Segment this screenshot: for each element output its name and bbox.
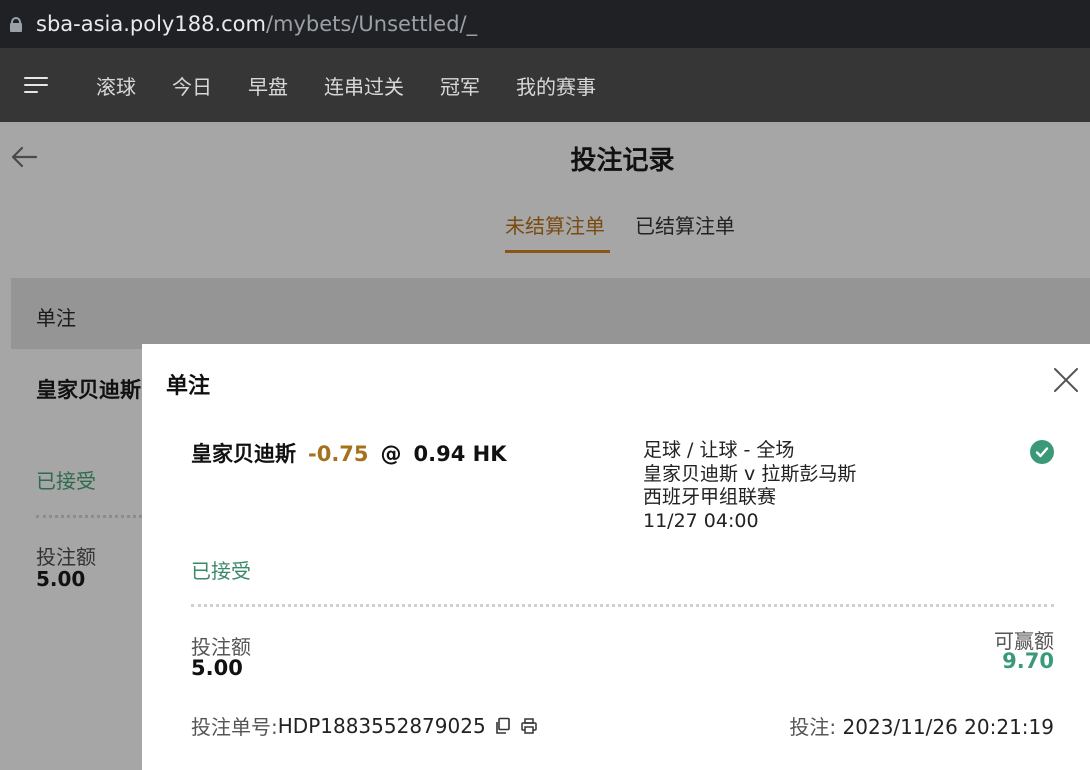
url-path: /mybets/Unsettled/_: [265, 12, 478, 36]
lock-icon: [10, 17, 22, 32]
nav-item-live[interactable]: 滚球: [96, 71, 136, 100]
handicap-value: -0.75: [308, 442, 369, 466]
modal-title: 单注: [166, 374, 211, 399]
stake-value: 5.00: [191, 656, 243, 680]
menu-icon[interactable]: [24, 77, 48, 93]
active-tab-indicator: [505, 250, 610, 253]
tab-settled[interactable]: 已结算注单: [635, 210, 735, 239]
placed-timestamp: 2023/11/26 20:21:19: [842, 715, 1054, 739]
selection-line: 皇家贝迪斯 -0.75 @0.94 HK: [191, 438, 507, 468]
bet-detail-modal: 单注 皇家贝迪斯 -0.75 @0.94 HK 足球 / 让球 - 全场 皇家贝迪斯…: [142, 344, 1090, 770]
nav-item-parlay[interactable]: 连串过关: [324, 71, 404, 100]
section-label: 单注: [36, 306, 76, 330]
bet-card-stake: 5.00: [36, 567, 86, 591]
to-win-value: 9.70: [1002, 649, 1054, 673]
nav-item-today[interactable]: 今日: [172, 71, 212, 100]
match-info: 足球 / 让球 - 全场 皇家贝迪斯 v 拉斯彭马斯 西班牙甲组联赛 11/27…: [643, 439, 856, 533]
market-type: 足球 / 让球 - 全场: [643, 439, 795, 461]
bet-section-header: 单注: [11, 278, 1090, 349]
divider: [36, 515, 142, 518]
bet-card-team[interactable]: 皇家贝迪斯: [36, 374, 141, 404]
print-icon[interactable]: [520, 717, 538, 735]
league-name: 西班牙甲组联赛: [643, 486, 777, 508]
browser-url-bar[interactable]: sba-asia.poly188.com/mybets/Unsettled/_: [0, 0, 1090, 48]
accepted-check-icon: [1030, 440, 1054, 464]
placed-time: 投注: 2023/11/26 20:21:19: [789, 711, 1054, 740]
top-nav: 滚球 今日 早盘 连串过关 冠军 我的赛事: [0, 48, 1090, 122]
odds-value: 0.94 HK: [413, 442, 507, 466]
nav-item-outright[interactable]: 冠军: [440, 71, 480, 100]
placed-label: 投注:: [789, 715, 843, 739]
bet-card-stake-label: 投注额: [36, 545, 96, 569]
close-icon[interactable]: [1052, 366, 1080, 394]
nav-item-early[interactable]: 早盘: [248, 71, 288, 100]
page-title: 投注记录: [570, 146, 675, 176]
url-host: sba-asia.poly188.com: [36, 12, 266, 36]
bet-reference: 投注单号: HDP1883552879025: [191, 711, 538, 740]
at-symbol: @: [380, 442, 402, 466]
copy-icon[interactable]: [494, 717, 512, 735]
nav-item-my-events[interactable]: 我的赛事: [516, 71, 596, 100]
match-name: 皇家贝迪斯 v 拉斯彭马斯: [643, 462, 857, 485]
ref-number: HDP1883552879025: [277, 713, 486, 738]
bet-status: 已接受: [191, 559, 251, 583]
tab-unsettled[interactable]: 未结算注单: [505, 210, 605, 239]
divider: [191, 604, 1054, 607]
bet-card-status: 已接受: [36, 469, 96, 493]
selection-team: 皇家贝迪斯: [191, 442, 296, 466]
url-text[interactable]: sba-asia.poly188.com/mybets/Unsettled/_: [36, 12, 477, 36]
ref-label: 投注单号:: [191, 715, 278, 739]
kickoff-time: 11/27 04:00: [643, 509, 759, 532]
